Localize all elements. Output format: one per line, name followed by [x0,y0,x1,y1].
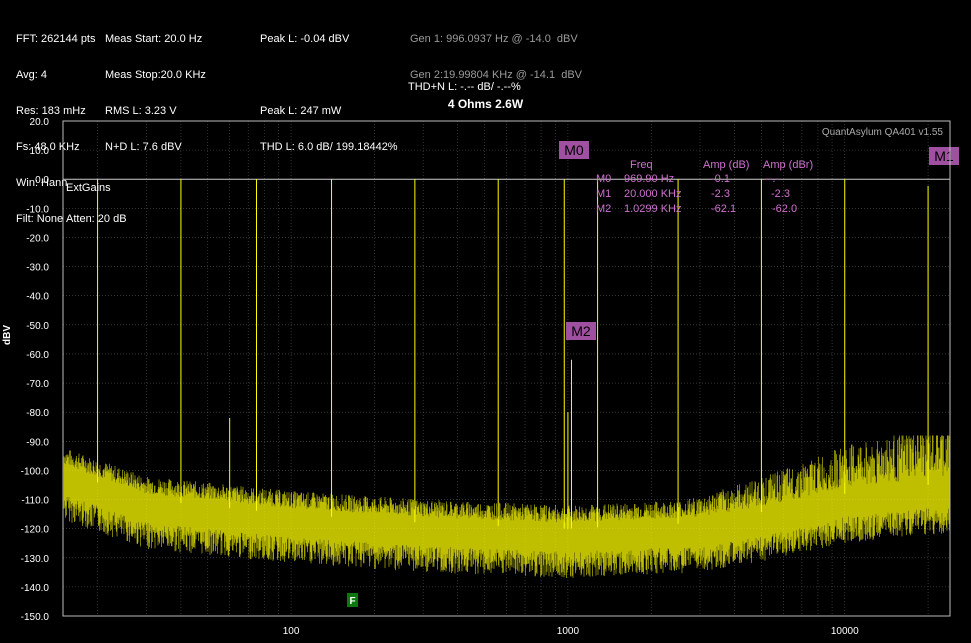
y-tick-label: -30.0 [26,263,49,274]
marker-label: M0 [564,142,584,158]
table-header-freq: Freq [630,159,653,171]
x-tick-label: 1000 [557,626,580,637]
x-tick-label: 10000 [831,626,859,637]
table-header-amp-dbr: Amp (dBr) [763,159,813,171]
y-tick-label: -80.0 [26,408,49,419]
y-tick-label: -130.0 [21,554,50,565]
table-row-freq: 1.0299 KHz [624,203,681,215]
spectrum-trace [63,179,950,578]
table-row-amp-db: -2.3 [711,188,730,200]
table-row-freq: 20.000 KHz [624,188,681,200]
y-tick-label: -150.0 [21,612,50,623]
y-tick-label: -140.0 [21,583,50,594]
y-tick-label: -110.0 [21,496,49,507]
marker-label: M1 [934,148,954,164]
table-row-label: M1 [596,188,611,200]
extgains-label: ExtGains [66,182,111,194]
x-tick-label: 100 [283,626,300,637]
y-tick-label: -120.0 [21,525,50,536]
y-tick-label: -40.0 [26,292,49,303]
y-tick-label: 10.0 [30,146,50,157]
atten-label: Atten: 20 dB [66,213,127,225]
x-tick-labels: 100 1000 10000 [283,626,859,637]
marker-table: Freq Amp (dB) Amp (dBr) M0 969.90 Hz -0.… [596,159,813,215]
noise-floor [63,435,950,578]
y-tick-label: -60.0 [26,350,49,361]
table-row-amp-dbr: --.- [765,173,779,185]
f-marker: F [347,593,358,607]
table-row-amp-db: -62.1 [711,203,736,215]
y-tick-label: 0.0 [35,175,49,186]
marker-label: M2 [571,323,591,339]
f-marker-label: F [349,596,355,607]
y-tick-label: -50.0 [26,321,49,332]
table-row-amp-dbr: -62.0 [772,203,797,215]
y-tick-label: -90.0 [26,437,49,448]
y-tick-label: -100.0 [21,466,50,477]
table-row-freq: 969.90 Hz [624,173,674,185]
y-tick-labels: 20.0 10.0 0.0 -10.0 -20.0 -30.0 -40.0 -50.0 -60.… [21,117,50,623]
brand-label: QuantAsylum QA401 v1.55 [822,127,944,138]
y-tick-label: 20.0 [30,117,50,128]
table-header-amp-db: Amp (dB) [703,159,749,171]
table-row-amp-dbr: -2.3 [771,188,790,200]
spectrum-chart: 20.0 10.0 0.0 -10.0 -20.0 -30.0 -40.0 -50.0 -60.… [21,117,959,637]
y-tick-label: -10.0 [26,204,49,215]
y-tick-label: -70.0 [26,379,49,390]
y-tick-label: -20.0 [26,233,49,244]
marker-group: M0 M1 M2 [559,141,959,340]
table-row-amp-db: -0.1 [711,173,730,185]
table-row-label: M2 [596,203,611,215]
table-row-label: M0 [596,173,611,185]
